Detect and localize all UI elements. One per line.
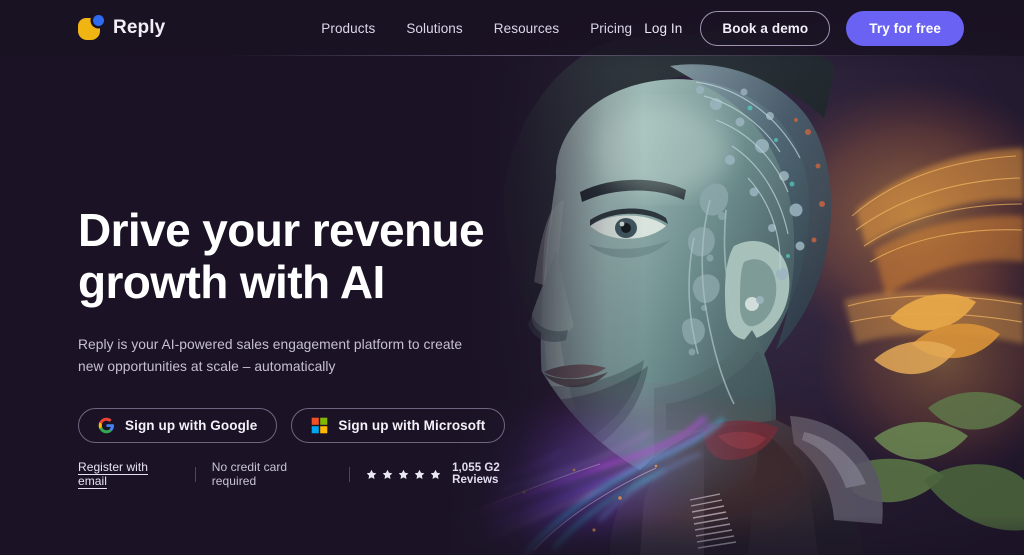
meta-divider-2 <box>349 466 351 482</box>
signup-google-button[interactable]: Sign up with Google <box>78 408 278 443</box>
site-header: Reply Products Solutions Resources Prici… <box>0 0 1024 56</box>
hero-meta-row: Register with email No credit card requi… <box>78 460 548 488</box>
book-demo-button[interactable]: Book a demo <box>700 10 831 46</box>
g2-reviews-count: 1,055 G2 Reviews <box>452 462 500 486</box>
rating-stars <box>366 469 441 480</box>
landing-page: Reply Products Solutions Resources Prici… <box>0 0 1024 555</box>
try-for-free-button[interactable]: Try for free <box>846 10 964 46</box>
microsoft-icon <box>312 417 328 434</box>
no-credit-card-text: No credit card required <box>211 460 288 488</box>
hero-bottom-fade <box>404 515 1024 555</box>
register-with-email-link[interactable]: Register with email <box>78 460 179 488</box>
star-icon <box>366 469 377 479</box>
signup-google-label: Sign up with Google <box>125 418 258 433</box>
header-divider <box>0 55 1024 56</box>
star-icon <box>430 469 441 479</box>
header-actions: Log In Book a demo Try for free <box>642 10 964 46</box>
login-link[interactable]: Log In <box>642 17 684 40</box>
brand-logo[interactable]: Reply <box>78 15 165 41</box>
signup-microsoft-label: Sign up with Microsoft <box>338 418 486 433</box>
star-icon <box>414 469 425 479</box>
signup-microsoft-button[interactable]: Sign up with Microsoft <box>291 408 506 443</box>
hero-title-line-2: growth with AI <box>78 256 385 308</box>
page-title: Drive your revenue growth with AI <box>78 204 548 308</box>
hero-subtitle: Reply is your AI-powered sales engagemen… <box>78 337 463 374</box>
brand-name: Reply <box>113 17 166 38</box>
star-icon <box>398 469 409 479</box>
hero-section: Drive your revenue growth with AI Reply … <box>78 204 548 488</box>
nav-item-resources[interactable]: Resources <box>494 21 559 36</box>
star-icon <box>382 469 393 479</box>
signup-buttons: Sign up with Google Sign up with Microso… <box>78 408 548 443</box>
nav-item-solutions[interactable]: Solutions <box>406 21 462 36</box>
nav-item-products[interactable]: Products <box>321 21 375 36</box>
nav-item-pricing[interactable]: Pricing <box>590 21 632 36</box>
hero-title-line-1: Drive your revenue <box>78 204 485 256</box>
meta-divider-1 <box>194 466 196 482</box>
reply-logo-icon <box>78 15 104 41</box>
google-icon <box>98 417 114 434</box>
main-nav: Products Solutions Resources Pricing <box>321 21 632 36</box>
